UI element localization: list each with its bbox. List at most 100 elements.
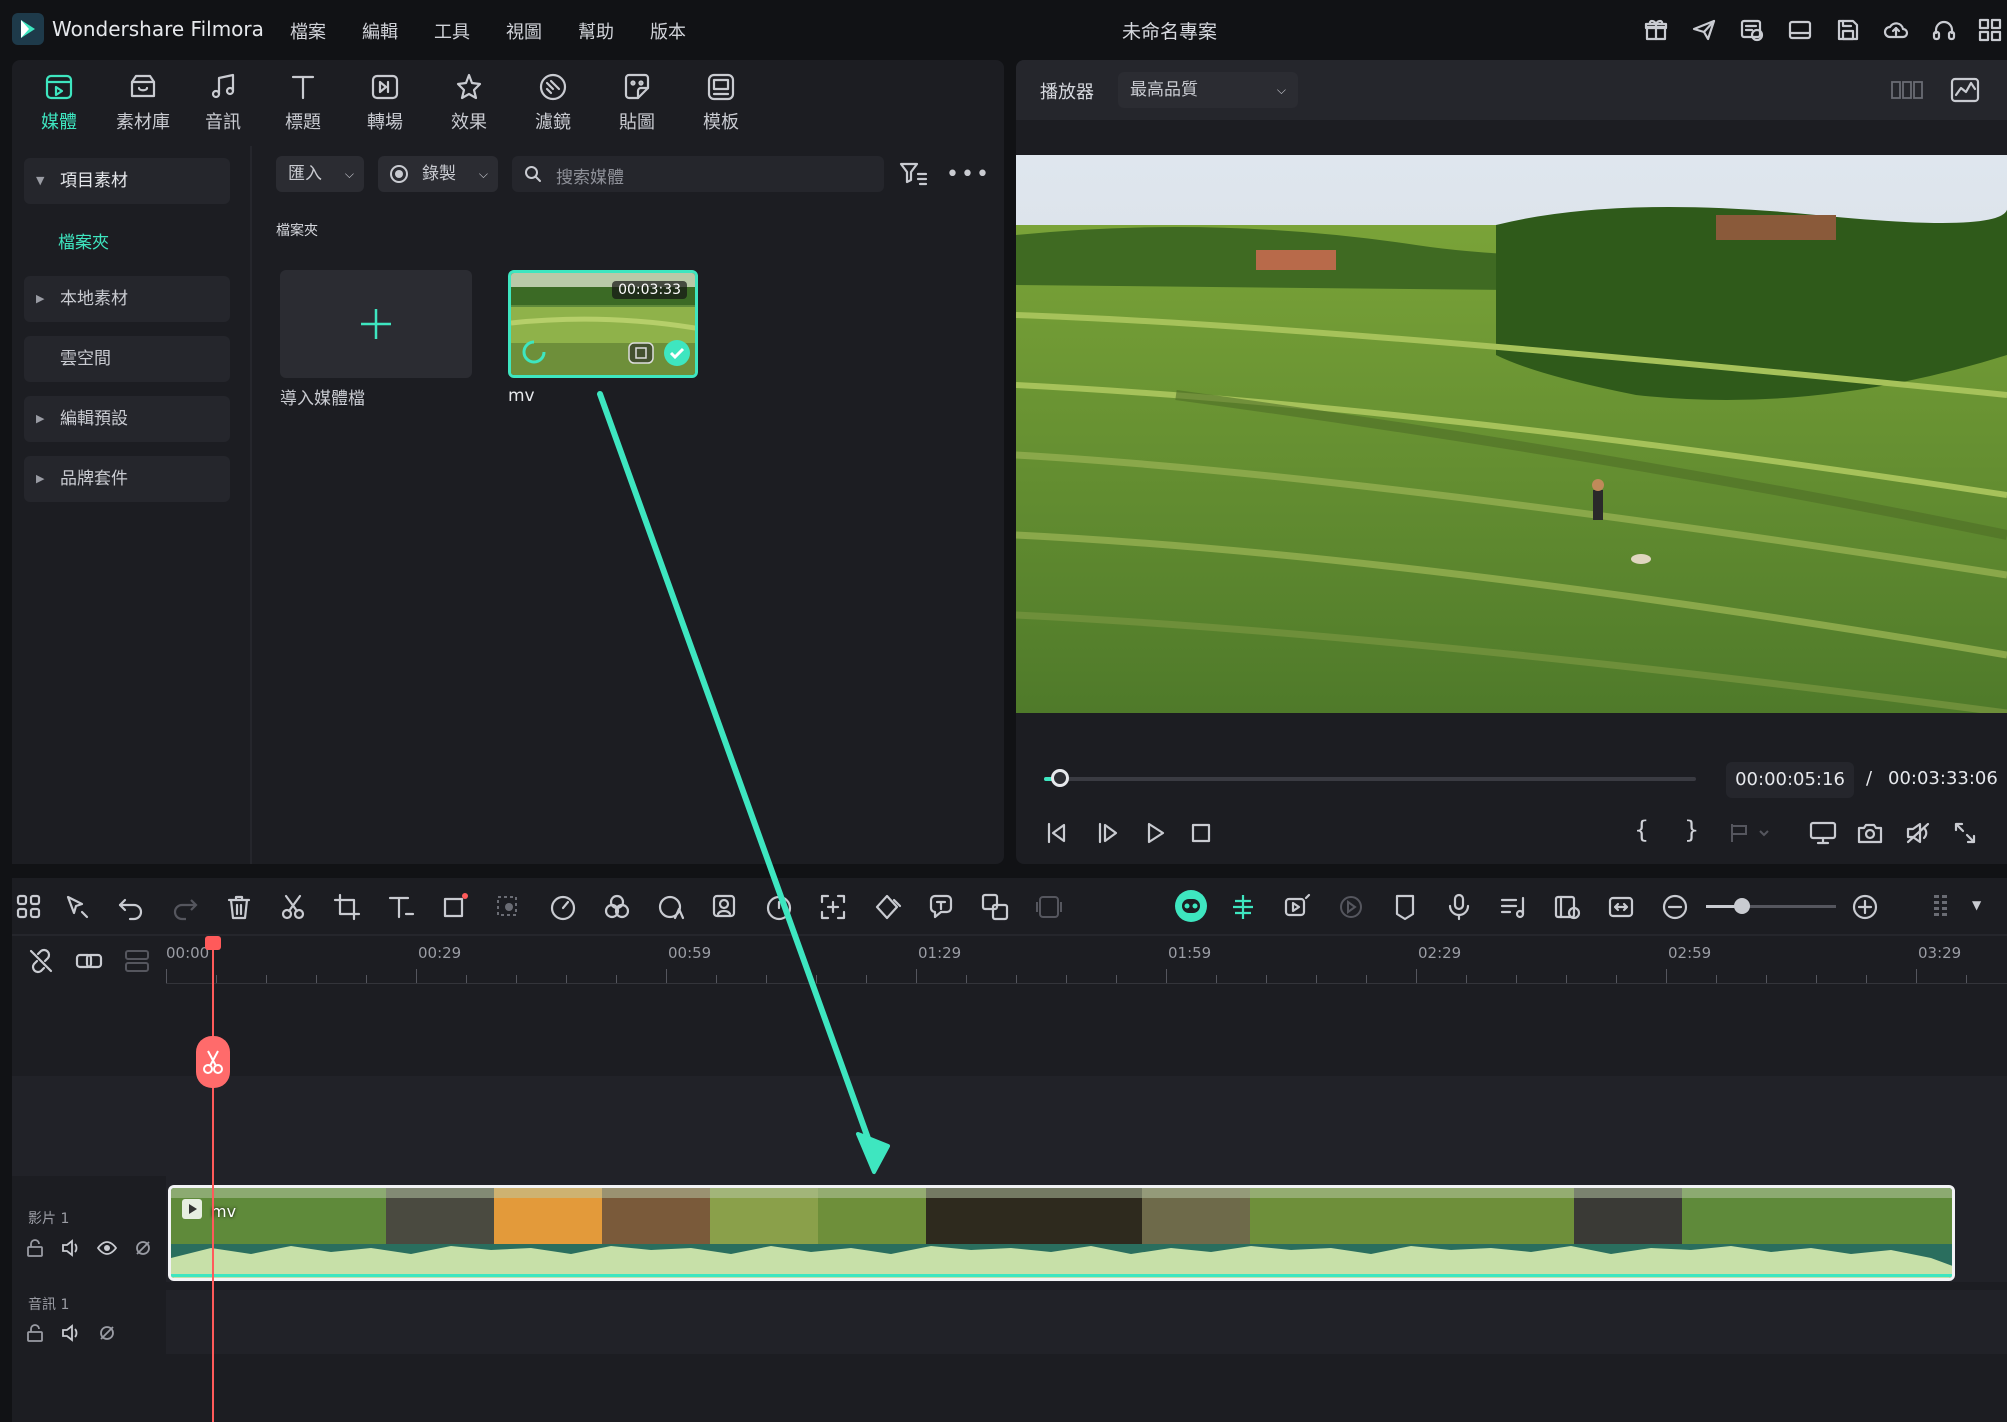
insert-menu-icon[interactable]: [1728, 820, 1774, 846]
ai-copilot-icon[interactable]: [1174, 889, 1208, 923]
crop-icon[interactable]: [332, 892, 362, 922]
display-icon[interactable]: [1808, 820, 1838, 846]
menu-version[interactable]: 版本: [650, 18, 686, 44]
unlink-icon[interactable]: [26, 946, 56, 976]
cloud-upload-icon[interactable]: [1882, 16, 1910, 44]
snap-icon[interactable]: [1228, 892, 1258, 922]
chevron-down-icon[interactable]: ▼: [1972, 898, 1981, 912]
menu-edit[interactable]: 編輯: [362, 18, 398, 44]
speed-icon[interactable]: [548, 892, 578, 922]
zoom-slider[interactable]: [1706, 898, 1836, 914]
track-height-icon[interactable]: [122, 946, 152, 976]
menu-help[interactable]: 幫助: [578, 18, 614, 44]
speech-to-text-icon[interactable]: [926, 892, 956, 922]
layout-grid-icon[interactable]: [14, 892, 44, 922]
timeline-settings-icon[interactable]: [1928, 892, 1958, 922]
playhead-handle[interactable]: [205, 936, 221, 950]
eye-icon[interactable]: [96, 1237, 118, 1259]
split-button[interactable]: [196, 1036, 230, 1088]
more-options-icon[interactable]: •••: [946, 162, 991, 187]
zoom-in-icon[interactable]: [1850, 892, 1880, 922]
snapshot-icon[interactable]: [1856, 820, 1884, 846]
apps-grid-icon[interactable]: [1976, 16, 2004, 44]
shape-tool-icon[interactable]: [440, 892, 470, 922]
playhead[interactable]: [212, 938, 214, 1422]
zoom-out-icon[interactable]: [1660, 892, 1690, 922]
disable-track-icon[interactable]: [96, 1322, 118, 1344]
tab-audio[interactable]: 音訊: [188, 70, 258, 134]
audio-mixer-icon[interactable]: [1498, 892, 1528, 922]
headset-icon[interactable]: [1930, 16, 1958, 44]
mask-tool-icon[interactable]: [494, 892, 524, 922]
fit-timeline-icon[interactable]: [1606, 892, 1636, 922]
layout-icon[interactable]: [1786, 16, 1814, 44]
menu-view[interactable]: 視圖: [506, 18, 542, 44]
tab-filters[interactable]: 濾鏡: [518, 70, 588, 134]
save-icon[interactable]: [1834, 16, 1862, 44]
tab-effects[interactable]: 效果: [434, 70, 504, 134]
volume-icon[interactable]: [60, 1322, 82, 1344]
playback-scrubber[interactable]: [1044, 769, 1696, 787]
delete-icon[interactable]: [224, 892, 254, 922]
ai-portrait-icon[interactable]: [710, 892, 740, 922]
quality-dropdown[interactable]: 最高品質 ⌵: [1118, 72, 1298, 108]
translate-icon[interactable]: [980, 892, 1010, 922]
sidebar-item-cloud[interactable]: 雲空間: [24, 336, 230, 382]
link-icon[interactable]: [74, 946, 104, 976]
gift-icon[interactable]: [1642, 16, 1670, 44]
filter-sort-icon[interactable]: [898, 160, 928, 188]
select-tool-icon[interactable]: [62, 892, 92, 922]
sidebar-item-brand-kit[interactable]: ▶ 品牌套件: [24, 456, 230, 502]
disable-track-icon[interactable]: [132, 1237, 154, 1259]
tab-templates[interactable]: 模板: [686, 70, 756, 134]
timeline-clip[interactable]: mv: [168, 1185, 1955, 1281]
auto-reframe-icon[interactable]: [818, 892, 848, 922]
media-clip-thumbnail[interactable]: 00:03:33: [508, 270, 698, 378]
fullscreen-icon[interactable]: [1952, 820, 1978, 846]
track-manager-icon[interactable]: [1552, 892, 1582, 922]
keyframe-icon[interactable]: [872, 892, 902, 922]
lock-icon[interactable]: [24, 1322, 46, 1344]
sidebar-item-folder[interactable]: 檔案夾: [58, 228, 109, 253]
import-button[interactable]: 匯入 ⌵: [276, 156, 364, 192]
zoom-slider-handle[interactable]: [1734, 898, 1750, 914]
auto-highlight-icon[interactable]: [1282, 892, 1312, 922]
stop-icon[interactable]: [1188, 820, 1214, 846]
redo-icon[interactable]: [170, 892, 200, 922]
timeline-ruler[interactable]: 00:00 00:29 00:59 01:29 01:59 02:29 02:5…: [166, 938, 2007, 984]
sidebar-item-project-media[interactable]: ▼ 項目素材: [24, 158, 230, 204]
record-button[interactable]: 錄製 ⌵: [378, 156, 498, 192]
import-media-tile[interactable]: [280, 270, 472, 378]
scope-icon[interactable]: [1950, 76, 1980, 104]
menu-tools[interactable]: 工具: [434, 18, 470, 44]
prev-frame-icon[interactable]: [1044, 820, 1070, 846]
tab-transitions[interactable]: 轉場: [350, 70, 420, 134]
render-preview-icon[interactable]: [1336, 892, 1366, 922]
undo-icon[interactable]: [116, 892, 146, 922]
tab-titles[interactable]: 標題: [268, 70, 338, 134]
play-icon[interactable]: [1142, 820, 1168, 846]
mark-out-icon[interactable]: }: [1684, 816, 1699, 844]
search-input[interactable]: 搜索媒體: [512, 156, 884, 192]
video-preview[interactable]: [1016, 155, 2007, 713]
marker-icon[interactable]: [1390, 892, 1420, 922]
tab-library[interactable]: 素材庫: [108, 70, 178, 134]
text-tool-icon[interactable]: [386, 892, 416, 922]
history-icon[interactable]: [1738, 16, 1766, 44]
send-icon[interactable]: [1690, 16, 1718, 44]
stabilize-icon[interactable]: [1034, 892, 1064, 922]
current-time[interactable]: 00:00:05:16: [1726, 762, 1854, 798]
duration-icon[interactable]: [764, 892, 794, 922]
mute-icon[interactable]: [1904, 820, 1934, 846]
tab-stickers[interactable]: 貼圖: [602, 70, 672, 134]
microphone-icon[interactable]: [1444, 892, 1474, 922]
volume-icon[interactable]: [60, 1237, 82, 1259]
next-frame-icon[interactable]: [1094, 820, 1120, 846]
ai-color-icon[interactable]: [656, 892, 686, 922]
tab-media[interactable]: 媒體: [24, 70, 94, 134]
sidebar-item-local-media[interactable]: ▶ 本地素材: [24, 276, 230, 322]
mark-in-icon[interactable]: {: [1634, 816, 1649, 844]
scissors-icon[interactable]: [278, 892, 308, 922]
sidebar-item-edit-presets[interactable]: ▶ 編輯預設: [24, 396, 230, 442]
color-icon[interactable]: [602, 892, 632, 922]
